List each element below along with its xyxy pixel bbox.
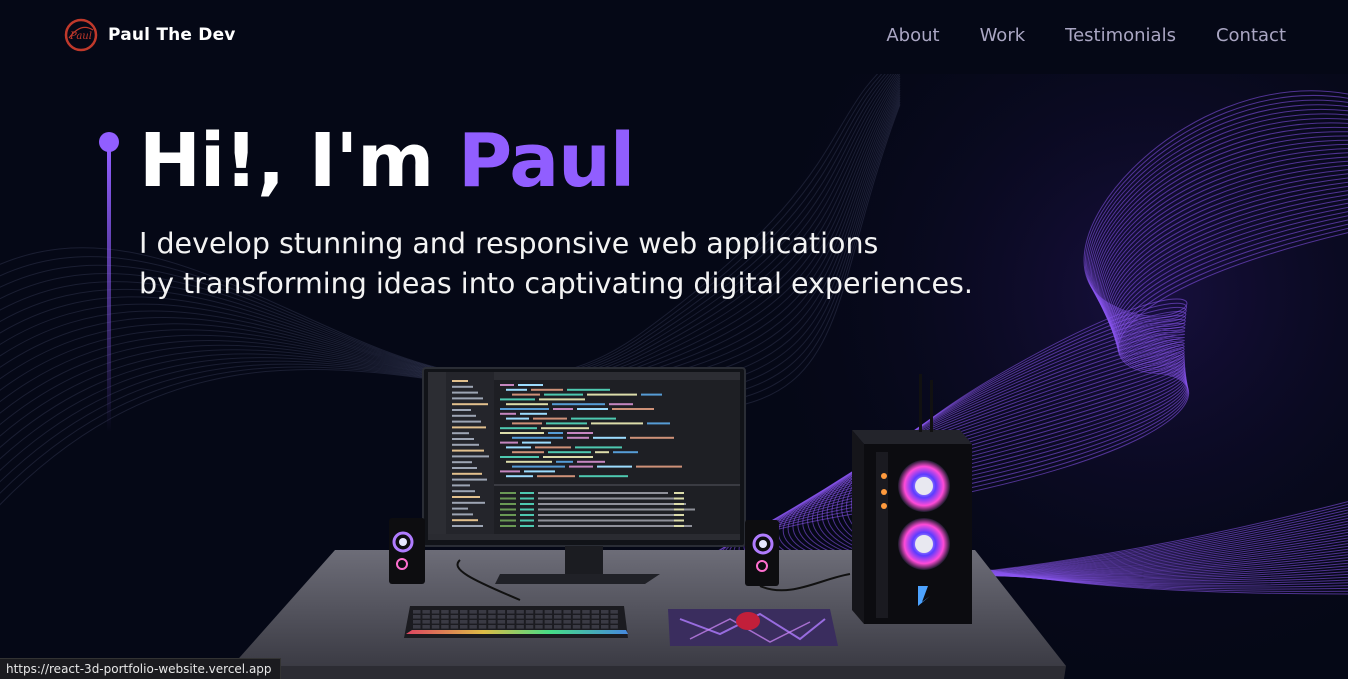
nav-item-contact[interactable]: Contact [1216, 25, 1286, 46]
keyboard [404, 606, 628, 638]
nav-item-about[interactable]: About [886, 25, 939, 46]
page: Paul Paul The Dev About Work Testimonial… [0, 0, 1348, 679]
logo-icon: Paul [64, 18, 98, 52]
nav-item-testimonials[interactable]: Testimonials [1065, 25, 1176, 46]
pc-tower [852, 374, 972, 624]
editor-tabs [494, 372, 740, 380]
mouse [736, 612, 760, 630]
speaker-right [745, 520, 779, 586]
computer-desk-scene[interactable] [0, 74, 1348, 679]
speaker-left [389, 518, 425, 584]
brand-name: Paul The Dev [108, 25, 236, 45]
status-bar-url: https://react-3d-portfolio-website.verce… [0, 658, 281, 679]
navbar: Paul Paul The Dev About Work Testimonial… [0, 0, 1348, 74]
nav-item-work[interactable]: Work [980, 25, 1026, 46]
editor-activity-bar [428, 372, 446, 540]
nav-links: About Work Testimonials Contact [886, 25, 1286, 46]
hero-section: Hi!, I'm Paul I develop stunning and res… [0, 74, 1348, 679]
logo-text: Paul [69, 31, 92, 42]
brand-link[interactable]: Paul Paul The Dev [64, 18, 236, 52]
